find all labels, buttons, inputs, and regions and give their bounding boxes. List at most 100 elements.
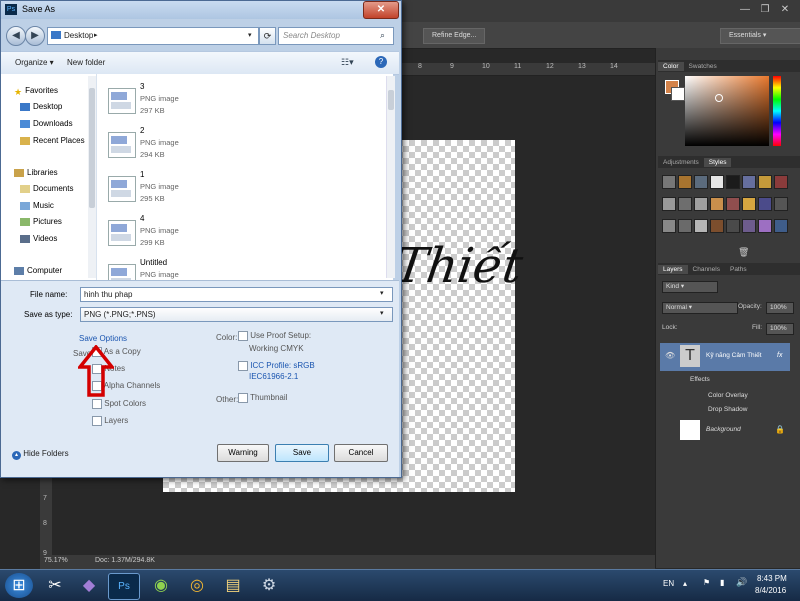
background-color-swatch[interactable] [671, 87, 685, 101]
nav-item-videos[interactable]: Videos [20, 234, 57, 243]
address-bar[interactable]: Desktop ▸ ▾ [47, 27, 259, 45]
layer-name[interactable]: Kỹ năng Cảm Thiết [706, 352, 762, 359]
restore-icon[interactable]: ❐ [755, 4, 775, 15]
tray-arrow-icon[interactable]: ▴ [683, 579, 687, 588]
coccoc-icon[interactable]: ◉ [146, 573, 176, 598]
eye-icon[interactable]: 👁 [665, 351, 675, 360]
scroll-thumb[interactable] [388, 90, 394, 110]
list-item[interactable]: Untitled PNG image [100, 256, 380, 280]
clock-time[interactable]: 8:43 PM [757, 574, 787, 583]
style-swatch[interactable] [678, 219, 692, 233]
style-swatch[interactable] [758, 175, 772, 189]
drop-shadow-effect[interactable]: Drop Shadow [708, 406, 747, 413]
file-explorer-icon[interactable]: ▤ [218, 573, 248, 598]
back-button[interactable]: ◀ [6, 26, 26, 46]
nav-item-downloads[interactable]: Downloads [20, 119, 73, 128]
layer-name[interactable]: Background [706, 426, 741, 433]
chevron-down-icon[interactable]: ▾ [380, 289, 384, 297]
checkbox[interactable] [238, 393, 248, 403]
style-swatch[interactable] [694, 197, 708, 211]
warning-button[interactable]: Warning [217, 444, 269, 462]
file-name-input[interactable]: hinh thu phap [80, 287, 393, 302]
style-swatch[interactable] [678, 175, 692, 189]
tab-color[interactable]: Color [658, 62, 684, 71]
tab-adjustments[interactable]: Adjustments [658, 158, 704, 167]
nav-scrollbar[interactable] [88, 76, 96, 278]
style-swatch[interactable] [710, 175, 724, 189]
checkbox[interactable] [92, 416, 102, 426]
forward-button[interactable]: ▶ [25, 26, 45, 46]
nav-item-pictures[interactable]: Pictures [20, 217, 62, 226]
style-swatch[interactable] [710, 219, 724, 233]
layer-row-text[interactable]: 👁 T Kỹ năng Cảm Thiết fx [660, 343, 790, 371]
style-swatch[interactable] [726, 175, 740, 189]
chrome-icon[interactable]: ◎ [182, 573, 212, 598]
workspace-switcher[interactable]: Essentials ▾ [720, 28, 800, 44]
view-options-icon[interactable]: ☷▾ [341, 57, 354, 68]
style-swatch[interactable] [758, 197, 772, 211]
style-swatch[interactable] [758, 219, 772, 233]
style-swatch[interactable] [774, 219, 788, 233]
chevron-down-icon[interactable]: ▾ [248, 31, 252, 39]
style-swatch[interactable] [726, 219, 740, 233]
zoom-level[interactable]: 75.17% [44, 557, 68, 564]
search-icon[interactable]: ⌕ [380, 30, 385, 41]
address-desktop[interactable]: Desktop [64, 31, 93, 40]
style-swatch[interactable] [694, 175, 708, 189]
color-overlay-effect[interactable]: Color Overlay [708, 392, 748, 399]
list-item[interactable]: 1 PNG image 295 KB [100, 168, 380, 210]
help-icon[interactable]: ? [375, 56, 387, 68]
style-swatch[interactable] [742, 219, 756, 233]
checkbox-thumbnail[interactable]: Thumbnail [238, 393, 287, 403]
checkbox-spot-colors[interactable]: Spot Colors [92, 399, 146, 409]
breadcrumb-arrow-icon[interactable]: ▸ [94, 31, 98, 39]
save-as-type-select[interactable]: PNG (*.PNG;*.PNS) [80, 307, 393, 322]
style-swatch[interactable] [662, 175, 676, 189]
checkbox-icc-profile[interactable]: ICC Profile: sRGB [238, 361, 315, 371]
clock-date[interactable]: 8/4/2016 [755, 586, 786, 595]
list-item[interactable]: 3 PNG image 297 KB [100, 80, 380, 122]
color-picker-field[interactable] [685, 76, 769, 146]
color-picker-cursor[interactable] [715, 94, 723, 102]
style-swatch[interactable] [662, 197, 676, 211]
nav-favorites[interactable]: ★ Favorites [14, 86, 58, 97]
checkbox[interactable] [238, 361, 248, 371]
nav-item-desktop[interactable]: Desktop [20, 102, 62, 111]
nav-libraries[interactable]: Libraries [14, 168, 58, 177]
list-item[interactable]: 2 PNG image 294 KB [100, 124, 380, 166]
visual-studio-icon[interactable]: ◆ [74, 573, 104, 598]
close-icon[interactable]: ✕ [775, 4, 795, 15]
snipping-tool-icon[interactable]: ✂ [40, 573, 70, 598]
style-swatch[interactable] [774, 197, 788, 211]
file-list-scrollbar[interactable] [386, 76, 395, 278]
fx-icon[interactable]: fx [777, 352, 782, 359]
start-button[interactable]: ⊞ [5, 573, 33, 598]
tab-swatches[interactable]: Swatches [684, 62, 722, 71]
chevron-down-icon[interactable]: ▾ [380, 309, 384, 317]
tab-styles[interactable]: Styles [703, 158, 732, 167]
search-box[interactable]: Search Desktop ⌕ [278, 27, 394, 45]
checkbox-use-proof-setup[interactable]: Use Proof Setup: [238, 331, 311, 341]
save-button[interactable]: Save [275, 444, 329, 462]
dialog-titlebar[interactable] [1, 1, 399, 19]
layer-kind-filter[interactable]: Kind ▾ [662, 281, 718, 293]
refresh-button[interactable]: ⟳ [259, 27, 276, 45]
language-indicator[interactable]: EN [663, 579, 674, 588]
style-swatch[interactable] [710, 197, 724, 211]
network-icon[interactable]: ▮ [720, 578, 724, 587]
hue-slider[interactable] [773, 76, 781, 146]
layer-row-background[interactable]: Background 🔒 [660, 418, 790, 446]
style-swatch[interactable] [678, 197, 692, 211]
style-swatch[interactable] [726, 197, 740, 211]
blend-mode-select[interactable]: Normal ▾ [662, 302, 738, 314]
flag-icon[interactable]: ⚑ [703, 578, 710, 587]
hide-folders-button[interactable]: ▴ Hide Folders [12, 449, 69, 460]
nav-item-recent-places[interactable]: Recent Places [20, 136, 85, 145]
checkbox[interactable] [92, 399, 102, 409]
list-item[interactable]: 4 PNG image 299 KB [100, 212, 380, 254]
checkbox-layers[interactable]: Layers [92, 416, 128, 426]
opacity-field[interactable]: 100% [766, 302, 794, 314]
organize-button[interactable]: Organize ▾ [15, 58, 54, 67]
checkbox[interactable] [238, 331, 248, 341]
photoshop-icon[interactable]: Ps [108, 573, 140, 600]
